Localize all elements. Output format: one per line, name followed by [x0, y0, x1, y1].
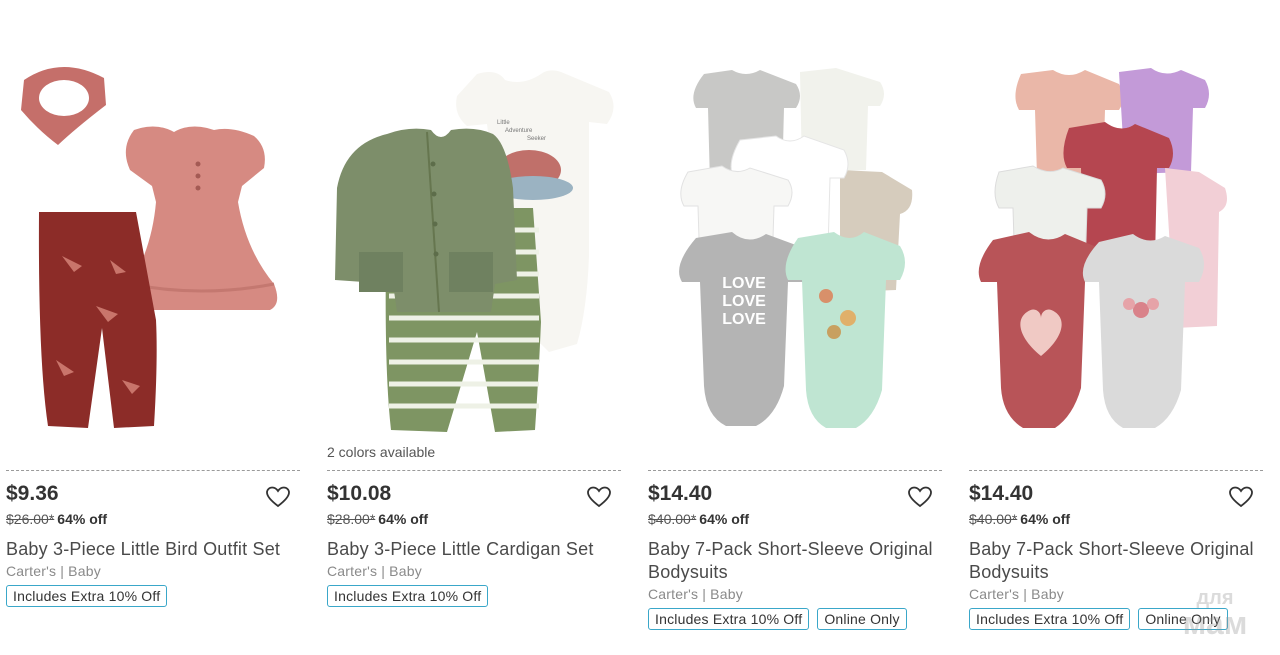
- heart-outline-icon[interactable]: [907, 485, 933, 509]
- product-card[interactable]: Little Adventure Seeker 2 colors availab…: [327, 60, 627, 650]
- promo-badge: Includes Extra 10% Off: [6, 585, 168, 607]
- badge-list: Includes Extra 10% Off Online Only: [648, 608, 943, 630]
- colors-available-note: 2 colors available: [327, 444, 436, 460]
- product-info: Baby 7-Pack Short-Sleeve Original Bodysu…: [648, 538, 943, 630]
- product-brand: Carter's | Baby: [327, 563, 422, 579]
- bodysuit-print-text: LOVE: [722, 293, 766, 310]
- online-only-badge: Online Only: [817, 608, 907, 630]
- price-details: $40.00* 64% off: [648, 511, 749, 527]
- discount-percent: 64% off: [378, 511, 429, 527]
- product-image[interactable]: [6, 60, 306, 440]
- product-brand: Carter's | Baby: [6, 563, 101, 579]
- product-card[interactable]: $9.36 $26.00* 64% off Baby 3-Piece Little…: [6, 60, 306, 650]
- bodysuit-print-text: Seeker: [527, 136, 546, 142]
- bodysuit-print-text: LOVE: [722, 311, 766, 328]
- discount-percent: 64% off: [1020, 511, 1071, 527]
- product-title[interactable]: Baby 3-Piece Little Bird Outfit Set: [6, 538, 301, 561]
- product-grid: $9.36 $26.00* 64% off Baby 3-Piece Little…: [0, 0, 1280, 655]
- sale-price: $10.08: [327, 482, 392, 505]
- discount-percent: 64% off: [57, 511, 108, 527]
- product-title[interactable]: Baby 7-Pack Short-Sleeve Original Bodysu…: [969, 538, 1264, 584]
- product-card[interactable]: $14.40 $40.00* 64% off Baby 7-Pack Short-…: [969, 60, 1269, 650]
- original-price: $40.00*: [969, 511, 1018, 527]
- heart-outline-icon[interactable]: [265, 485, 291, 509]
- product-title[interactable]: Baby 3-Piece Little Cardigan Set: [327, 538, 622, 561]
- sale-price: $9.36: [6, 482, 59, 505]
- sale-price: $14.40: [969, 482, 1034, 505]
- bodysuit-print-text: Little: [497, 120, 510, 126]
- price-details: $26.00* 64% off: [6, 511, 107, 527]
- promo-badge: Includes Extra 10% Off: [327, 585, 489, 607]
- product-image[interactable]: [969, 60, 1269, 440]
- product-info: Baby 3-Piece Little Cardigan Set Carter'…: [327, 538, 622, 607]
- divider: [327, 470, 621, 471]
- badge-list: Includes Extra 10% Off: [6, 585, 301, 607]
- product-brand: Carter's | Baby: [648, 586, 743, 602]
- watermark-text: мам: [1183, 605, 1248, 641]
- badge-list: Includes Extra 10% Off: [327, 585, 622, 607]
- heart-outline-icon[interactable]: [586, 485, 612, 509]
- product-image[interactable]: LOVE LOVE LOVE: [648, 60, 948, 440]
- sale-price: $14.40: [648, 482, 713, 505]
- original-price: $28.00*: [327, 511, 376, 527]
- heart-outline-icon[interactable]: [1228, 485, 1254, 509]
- promo-badge: Includes Extra 10% Off: [648, 608, 810, 630]
- product-title[interactable]: Baby 7-Pack Short-Sleeve Original Bodysu…: [648, 538, 943, 584]
- divider: [6, 470, 300, 471]
- original-price: $40.00*: [648, 511, 697, 527]
- divider: [969, 470, 1263, 471]
- product-image[interactable]: Little Adventure Seeker: [327, 60, 627, 440]
- watermark-logo: для мам: [1183, 587, 1248, 641]
- discount-percent: 64% off: [699, 511, 750, 527]
- product-card[interactable]: LOVE LOVE LOVE $14.40 $40.00* 64% off Bab…: [648, 60, 948, 650]
- bodysuit-print-text: LOVE: [722, 275, 766, 292]
- price-details: $40.00* 64% off: [969, 511, 1070, 527]
- product-info: Baby 3-Piece Little Bird Outfit Set Cart…: [6, 538, 301, 607]
- promo-badge: Includes Extra 10% Off: [969, 608, 1131, 630]
- original-price: $26.00*: [6, 511, 55, 527]
- bodysuit-print-text: Adventure: [505, 128, 533, 134]
- divider: [648, 470, 942, 471]
- price-details: $28.00* 64% off: [327, 511, 428, 527]
